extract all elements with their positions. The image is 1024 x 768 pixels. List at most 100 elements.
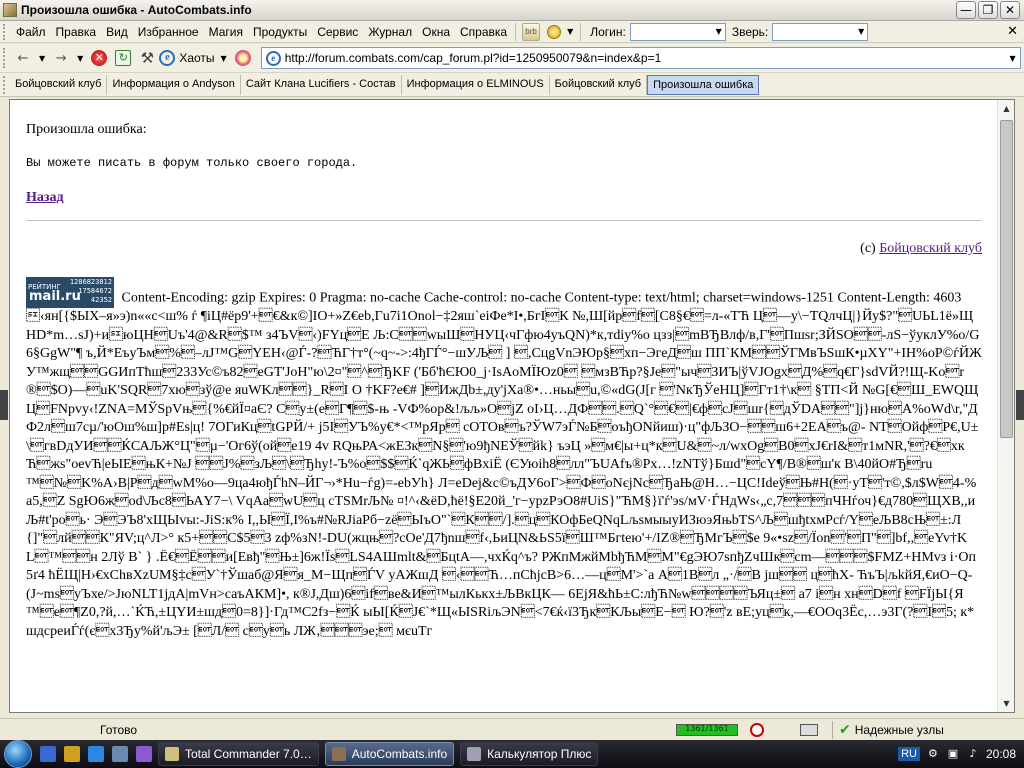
task-autocombats[interactable]: AutoCombats.info	[324, 742, 455, 766]
network-icon[interactable]	[800, 723, 818, 736]
address-bar[interactable]: e http://forum.combats.com/cap_forum.pl?…	[260, 47, 1021, 69]
menu-products[interactable]: Продукты	[248, 22, 312, 42]
raw-output: Content-Encoding: gzip Expires: 0 Pragma…	[26, 290, 982, 639]
calculator-icon	[467, 747, 482, 761]
menu-journal[interactable]: Журнал	[363, 22, 417, 42]
status-bar: Готово 1361/1361 ✔ Надежные узлы	[0, 718, 1024, 740]
tray-network-icon[interactable]: ▣	[946, 747, 960, 761]
raw-response-text: РЕЙТИНГ mail.ru 1286823812 17584672 4235…	[26, 277, 982, 641]
window-controls: — ❐ ✕	[956, 1, 1020, 19]
status-separator	[832, 720, 833, 739]
quicklaunch-ie-icon[interactable]	[88, 746, 104, 762]
beast-label: Зверь:	[731, 24, 769, 39]
toolbar-grip[interactable]	[3, 75, 7, 94]
scroll-thumb[interactable]	[1000, 120, 1013, 438]
tab-andyson-info[interactable]: Информация о Andyson	[107, 74, 241, 95]
copyright: (c) Бойцовский клуб	[26, 241, 982, 257]
haoty-button[interactable]: Хаоты	[179, 51, 214, 65]
menu-separator	[515, 22, 517, 41]
tab-error[interactable]: Произошла ошибка	[647, 74, 760, 95]
right-panel-handle[interactable]	[1016, 390, 1024, 420]
page-content: Произошла ошибка: Вы можете писать в фор…	[10, 100, 997, 712]
left-panel-handle[interactable]	[0, 390, 8, 420]
refresh-button[interactable]: ↻	[113, 48, 133, 68]
task-calculator[interactable]: Калькулятор Плюс	[460, 742, 599, 766]
toolbar-grip[interactable]	[3, 48, 7, 68]
total-commander-icon	[165, 747, 179, 761]
forward-button[interactable]: →	[51, 48, 71, 68]
quicklaunch-desktop-icon[interactable]	[112, 746, 128, 762]
menu-help[interactable]: Справка	[455, 22, 512, 42]
menu-favorites[interactable]: Избранное	[133, 22, 204, 42]
quicklaunch-save-icon[interactable]	[40, 746, 56, 762]
page-content-frame: Произошла ошибка: Вы можете писать в фор…	[9, 99, 1015, 713]
chevron-down-icon[interactable]: ▼	[221, 54, 227, 63]
title-bar: Произошла ошибка - AutoCombats.info — ❐ …	[0, 0, 1024, 21]
menu-separator	[580, 22, 582, 41]
tools-icon: ⚒	[140, 49, 155, 67]
vertical-scrollbar[interactable]: ▲ ▼	[997, 100, 1014, 712]
clock: 20:08	[985, 747, 1016, 761]
stop-button[interactable]: ✕	[89, 48, 109, 68]
app-icon	[3, 3, 17, 17]
window-title: Произошла ошибка - AutoCombats.info	[21, 3, 252, 17]
tab-elminous-info[interactable]: Информация о ELMINOUS	[402, 74, 550, 95]
menu-service[interactable]: Сервис	[312, 22, 363, 42]
back-button[interactable]: ←	[13, 48, 33, 68]
mailru-counter-badge[interactable]: РЕЙТИНГ mail.ru 1286823812 17584672 4235…	[26, 277, 114, 308]
tray-settings-icon[interactable]: ⚙	[926, 747, 940, 761]
quicklaunch-folder-icon[interactable]	[64, 746, 80, 762]
tab-fight-club-2[interactable]: Бойцовский клуб	[550, 74, 648, 95]
error-message: Вы можете писать в форум только своего г…	[26, 156, 358, 170]
brb-icon[interactable]: brb	[522, 22, 541, 41]
page-status-icon	[80, 722, 96, 738]
menu-edit[interactable]: Правка	[51, 22, 102, 42]
stop-icon: ✕	[91, 50, 108, 66]
menu-view[interactable]: Вид	[101, 22, 133, 42]
menu-windows[interactable]: Окна	[417, 22, 455, 42]
autocombats-icon	[331, 747, 346, 761]
menu-magic[interactable]: Магия	[204, 22, 248, 42]
chevron-down-icon[interactable]: ▼	[1006, 54, 1020, 63]
tools-button[interactable]: ⚒	[137, 48, 157, 68]
back-link[interactable]: Назад	[26, 190, 64, 206]
close-button[interactable]: ✕	[1000, 1, 1020, 19]
minimize-button[interactable]: —	[956, 1, 976, 19]
taskbar: Total Commander 7.0… AutoCombats.info Ка…	[0, 740, 1024, 768]
security-zone[interactable]: Надежные узлы	[855, 723, 944, 737]
check-icon: ✔	[839, 721, 851, 738]
tab-lucifiers-clan[interactable]: Сайт Клана Lucifiers - Состав	[241, 74, 402, 95]
maximize-button[interactable]: ❐	[978, 1, 998, 19]
quicklaunch-app-icon[interactable]	[136, 746, 152, 762]
language-indicator[interactable]: RU	[898, 747, 920, 761]
error-title: Произошла ошибка:	[26, 122, 147, 137]
chevron-down-icon[interactable]: ▼	[567, 27, 573, 36]
chevron-down-icon[interactable]: ▼	[716, 27, 725, 36]
toolbar-grip[interactable]	[3, 23, 7, 40]
start-button[interactable]	[4, 740, 32, 768]
task-total-commander[interactable]: Total Commander 7.0…	[158, 742, 319, 766]
page-icon: e	[265, 50, 281, 66]
login-combo[interactable]: ▼	[629, 22, 726, 41]
tray-volume-icon[interactable]: ♪	[966, 747, 980, 761]
ie-icon: e	[159, 50, 176, 66]
coin-icon[interactable]	[547, 24, 562, 39]
login-label: Логин:	[590, 24, 626, 39]
copyright-link[interactable]: Бойцовский клуб	[879, 241, 982, 256]
clock-icon[interactable]	[750, 722, 764, 737]
menu-file[interactable]: Файл	[11, 22, 51, 42]
load-progress: 1361/1361	[676, 723, 738, 736]
system-tray: RU ⚙ ▣ ♪ 20:08	[898, 747, 1024, 761]
address-input[interactable]: http://forum.combats.com/cap_forum.pl?id…	[285, 51, 1006, 65]
scroll-down-icon[interactable]: ▼	[998, 695, 1015, 712]
chevron-down-icon[interactable]: ▼	[858, 27, 867, 36]
tab-fight-club[interactable]: Бойцовский клуб	[10, 74, 108, 95]
divider	[26, 220, 982, 221]
chevron-down-icon[interactable]: ▼	[77, 54, 83, 63]
flower-icon[interactable]	[234, 50, 251, 66]
scroll-up-icon[interactable]: ▲	[998, 100, 1015, 117]
chevron-down-icon[interactable]: ▼	[39, 54, 45, 63]
menubar-close-icon[interactable]: ✕	[1007, 24, 1018, 39]
navigation-toolbar: ← ▼ → ▼ ✕ ↻ ⚒ e Хаоты ▼ e http://forum.c…	[0, 44, 1024, 72]
beast-combo[interactable]: ▼	[772, 22, 869, 41]
